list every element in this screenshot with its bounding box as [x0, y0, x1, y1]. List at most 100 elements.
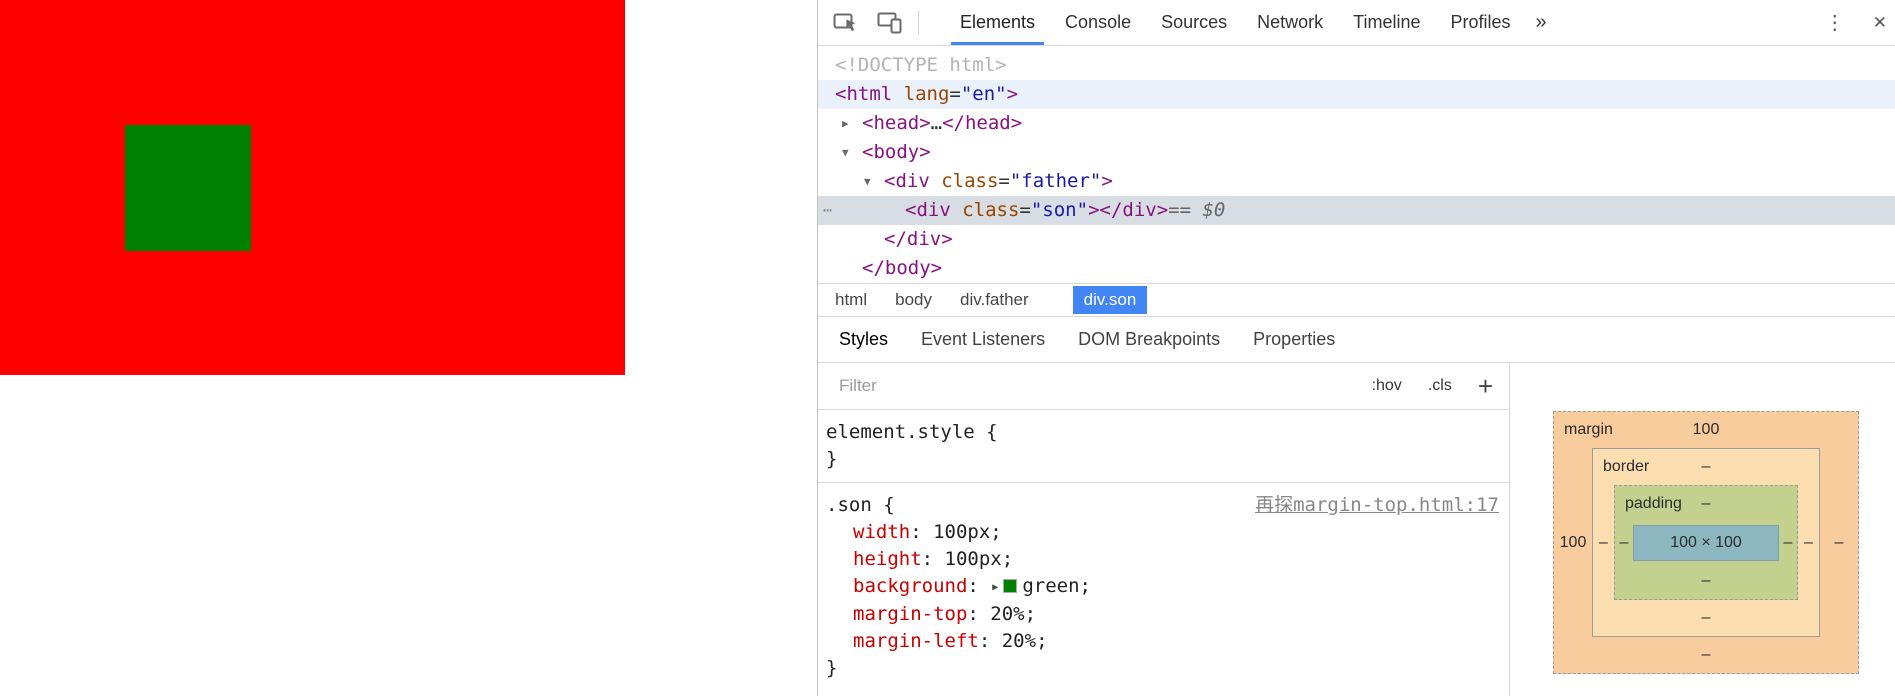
tree-node-close-div[interactable]: </div> — [818, 225, 1895, 254]
tab-properties[interactable]: Properties — [1253, 329, 1335, 350]
son-attr-value: "son" — [1030, 199, 1089, 221]
tab-styles[interactable]: Styles — [839, 329, 888, 350]
css-property-margin-top[interactable]: margin-top: 20%; — [826, 601, 1501, 628]
margin-right-value[interactable]: – — [1820, 534, 1858, 552]
box-model-content[interactable]: 100 × 100 — [1633, 524, 1779, 561]
tab-event-listeners[interactable]: Event Listeners — [921, 329, 1045, 350]
toggle-class-button[interactable]: .cls — [1428, 377, 1452, 395]
margin-label: margin — [1564, 421, 1613, 438]
property-name: margin-left — [853, 630, 979, 652]
tab-console[interactable]: Console — [1050, 0, 1146, 45]
box-model-margin[interactable]: margin 100 100 border – – padding – – 10… — [1553, 411, 1859, 674]
son-closing-tag: </div> — [1099, 199, 1169, 221]
padding-mid-row: – 100 × 100 – — [1615, 522, 1797, 563]
head-close: </head> — [942, 112, 1023, 134]
padding-bottom-value[interactable]: – — [1615, 563, 1797, 599]
padding-left-value[interactable]: – — [1615, 534, 1633, 552]
css-property-width[interactable]: width: 100px; — [826, 519, 1501, 546]
toggle-hover-state-button[interactable]: :hov — [1372, 377, 1402, 395]
tree-node-doctype[interactable]: <!DOCTYPE html> — [818, 51, 1895, 80]
box-model-padding[interactable]: padding – – 100 × 100 – – — [1614, 485, 1798, 600]
css-property-margin-left[interactable]: margin-left: 20%; — [826, 628, 1501, 655]
border-left-value[interactable]: – — [1593, 534, 1614, 552]
styles-filter-input[interactable]: Filter — [839, 376, 1372, 396]
colon: : — [967, 603, 991, 625]
son-rule-section: 再探margin-top.html:17 .son { width: 100px… — [818, 483, 1509, 691]
padding-top-row: padding – — [1615, 486, 1797, 522]
breadcrumb-item-html[interactable]: html — [835, 290, 867, 310]
border-bottom-value[interactable]: – — [1593, 600, 1819, 636]
head-ellipsis: … — [930, 112, 943, 134]
html-close-bracket: > — [1006, 83, 1019, 105]
metrics-pane: margin 100 100 border – – padding – – 10… — [1510, 363, 1895, 696]
margin-left-value[interactable]: 100 — [1554, 534, 1592, 552]
brace-close: } — [826, 448, 838, 470]
margin-top-value[interactable]: 100 — [1693, 421, 1720, 438]
border-mid-row: – padding – – 100 × 100 – – – — [1593, 485, 1819, 600]
border-right-value[interactable]: – — [1798, 534, 1819, 552]
close-icon[interactable]: ✕ — [1873, 13, 1887, 33]
screenshot-root: Elements Console Sources Network Timelin… — [0, 0, 1895, 696]
toolbar-right-controls: ⋮ ✕ — [1825, 0, 1895, 45]
semicolon: ; — [1024, 603, 1037, 625]
tab-profiles[interactable]: Profiles — [1436, 0, 1526, 45]
tree-node-close-body[interactable]: </body> — [818, 254, 1895, 283]
css-property-background[interactable]: background: ▶ green; — [826, 573, 1501, 601]
son-rule-close-line: } — [826, 655, 1501, 682]
tree-node-body[interactable]: ▼ <body> — [818, 138, 1895, 167]
collapse-arrow-icon[interactable]: ▼ — [842, 138, 862, 167]
tab-timeline[interactable]: Timeline — [1338, 0, 1435, 45]
tree-node-html[interactable]: <html lang="en"> — [818, 80, 1895, 109]
semicolon: ; — [990, 521, 1002, 543]
padding-right-value[interactable]: – — [1779, 534, 1797, 552]
breadcrumb-item-body[interactable]: body — [895, 290, 932, 310]
html-attr-value: "en" — [960, 83, 1007, 105]
son-rule-selector: .son — [826, 494, 872, 516]
tab-network[interactable]: Network — [1242, 0, 1338, 45]
expand-arrow-icon[interactable]: ▶ — [842, 109, 862, 138]
stylesheet-source-link[interactable]: 再探margin-top.html:17 — [1255, 492, 1499, 519]
breadcrumb-item-div-son-selected[interactable]: div.son — [1072, 286, 1148, 314]
border-top-row: border – — [1593, 449, 1819, 485]
color-swatch[interactable] — [1003, 579, 1018, 593]
box-model-border[interactable]: border – – padding – – 100 × 100 – – – – — [1592, 448, 1820, 637]
border-top-value[interactable]: – — [1702, 458, 1711, 475]
new-style-rule-button[interactable]: + — [1478, 373, 1493, 399]
colon: : — [967, 575, 991, 597]
inspect-element-icon[interactable] — [824, 0, 868, 45]
element-style-selector-line[interactable]: element.style { — [826, 419, 1501, 446]
father-attr-name: class — [941, 170, 999, 192]
father-close-bracket: > — [1101, 170, 1113, 192]
devtools-panel: Elements Console Sources Network Timelin… — [817, 0, 1895, 696]
tab-overflow-chevron[interactable]: » — [1526, 0, 1557, 45]
element-style-close-line: } — [826, 446, 1501, 473]
selected-node-hint: == $0 — [1168, 199, 1226, 221]
collapse-arrow-icon[interactable]: ▼ — [864, 167, 884, 196]
margin-bottom-value[interactable]: – — [1554, 637, 1858, 673]
tree-node-div-son-selected[interactable]: ⋯ <div class="son"></div>== $0 — [818, 196, 1895, 225]
property-value: 100px — [944, 548, 1002, 570]
inspect-element-glyph — [833, 13, 855, 31]
tab-dom-breakpoints[interactable]: DOM Breakpoints — [1078, 329, 1220, 350]
father-div — [0, 0, 625, 375]
ellipsis-gutter-icon[interactable]: ⋯ — [823, 196, 832, 225]
father-open: <div — [884, 170, 942, 192]
tab-sources[interactable]: Sources — [1146, 0, 1242, 45]
tree-node-head[interactable]: ▶ <head>…</head> — [818, 109, 1895, 138]
tab-elements[interactable]: Elements — [945, 0, 1050, 45]
kebab-menu-icon[interactable]: ⋮ — [1825, 10, 1845, 35]
padding-top-value[interactable]: – — [1702, 495, 1711, 512]
css-property-height[interactable]: height: 100px; — [826, 546, 1501, 573]
father-attr-value: "father" — [1009, 170, 1102, 192]
semicolon: ; — [1001, 548, 1014, 570]
semicolon: ; — [1079, 575, 1091, 597]
html-open: <html — [835, 83, 904, 105]
breadcrumb-item-div-father[interactable]: div.father — [960, 290, 1029, 310]
son-close-bracket: > — [1088, 199, 1100, 221]
styles-sidebar-body: Filter :hov .cls + element.style { } 再探m… — [818, 363, 1895, 696]
son-attr-eq: = — [1019, 199, 1031, 221]
shorthand-expand-arrow-icon[interactable]: ▶ — [992, 582, 998, 593]
tree-node-div-father[interactable]: ▼ <div class="father"> — [818, 167, 1895, 196]
device-toolbar-icon[interactable] — [868, 0, 912, 45]
styles-pane: Filter :hov .cls + element.style { } 再探m… — [818, 363, 1510, 696]
